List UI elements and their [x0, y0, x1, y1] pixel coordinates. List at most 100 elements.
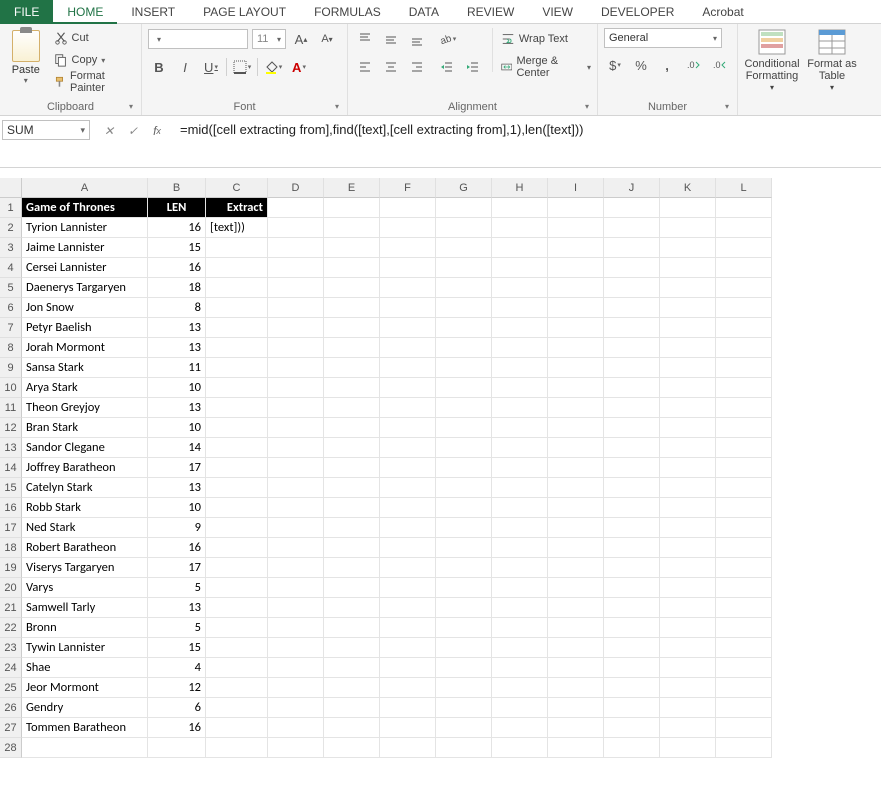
- cell-L24[interactable]: [716, 658, 772, 678]
- row-header-22[interactable]: 22: [0, 618, 22, 638]
- cell-H21[interactable]: [492, 598, 548, 618]
- cell-A23[interactable]: Tywin Lannister: [22, 638, 148, 658]
- cell-B20[interactable]: 5: [148, 578, 206, 598]
- cell-E27[interactable]: [324, 718, 380, 738]
- cell-C28[interactable]: [206, 738, 268, 758]
- cell-B1[interactable]: LEN: [148, 198, 206, 218]
- cell-C1[interactable]: Extract: [206, 198, 268, 218]
- cell-D7[interactable]: [268, 318, 324, 338]
- cell-G23[interactable]: [436, 638, 492, 658]
- cell-A15[interactable]: Catelyn Stark: [22, 478, 148, 498]
- cell-G6[interactable]: [436, 298, 492, 318]
- cell-C21[interactable]: [206, 598, 268, 618]
- decrease-indent-button[interactable]: [436, 56, 458, 78]
- cell-C26[interactable]: [206, 698, 268, 718]
- cell-J17[interactable]: [604, 518, 660, 538]
- cell-H16[interactable]: [492, 498, 548, 518]
- cell-J7[interactable]: [604, 318, 660, 338]
- cell-D17[interactable]: [268, 518, 324, 538]
- column-header-E[interactable]: E: [324, 178, 380, 198]
- cell-I19[interactable]: [548, 558, 604, 578]
- cell-K3[interactable]: [660, 238, 716, 258]
- cell-F16[interactable]: [380, 498, 436, 518]
- borders-button[interactable]: [231, 56, 253, 78]
- cell-I8[interactable]: [548, 338, 604, 358]
- cell-L14[interactable]: [716, 458, 772, 478]
- cell-H19[interactable]: [492, 558, 548, 578]
- cell-I10[interactable]: [548, 378, 604, 398]
- cell-D12[interactable]: [268, 418, 324, 438]
- increase-font-button[interactable]: A▴: [290, 28, 312, 50]
- cell-G7[interactable]: [436, 318, 492, 338]
- cell-L9[interactable]: [716, 358, 772, 378]
- row-header-25[interactable]: 25: [0, 678, 22, 698]
- cell-E8[interactable]: [324, 338, 380, 358]
- cell-F7[interactable]: [380, 318, 436, 338]
- cell-D3[interactable]: [268, 238, 324, 258]
- cell-I21[interactable]: [548, 598, 604, 618]
- cell-D25[interactable]: [268, 678, 324, 698]
- cell-J13[interactable]: [604, 438, 660, 458]
- cell-F24[interactable]: [380, 658, 436, 678]
- cell-J21[interactable]: [604, 598, 660, 618]
- cell-J18[interactable]: [604, 538, 660, 558]
- currency-button[interactable]: $: [604, 54, 626, 76]
- cell-H14[interactable]: [492, 458, 548, 478]
- cell-G9[interactable]: [436, 358, 492, 378]
- cell-C18[interactable]: [206, 538, 268, 558]
- row-header-11[interactable]: 11: [0, 398, 22, 418]
- cell-J24[interactable]: [604, 658, 660, 678]
- cell-D2[interactable]: [268, 218, 324, 238]
- cell-F18[interactable]: [380, 538, 436, 558]
- row-header-10[interactable]: 10: [0, 378, 22, 398]
- cell-H9[interactable]: [492, 358, 548, 378]
- cell-F19[interactable]: [380, 558, 436, 578]
- cell-C6[interactable]: [206, 298, 268, 318]
- cell-D11[interactable]: [268, 398, 324, 418]
- cell-D23[interactable]: [268, 638, 324, 658]
- row-header-28[interactable]: 28: [0, 738, 22, 758]
- cell-C17[interactable]: [206, 518, 268, 538]
- cell-B21[interactable]: 13: [148, 598, 206, 618]
- cell-I9[interactable]: [548, 358, 604, 378]
- cell-E5[interactable]: [324, 278, 380, 298]
- column-header-F[interactable]: F: [380, 178, 436, 198]
- cell-B27[interactable]: 16: [148, 718, 206, 738]
- cell-B22[interactable]: 5: [148, 618, 206, 638]
- column-header-G[interactable]: G: [436, 178, 492, 198]
- cell-L2[interactable]: [716, 218, 772, 238]
- row-header-26[interactable]: 26: [0, 698, 22, 718]
- enter-button[interactable]: ✓: [124, 122, 142, 140]
- fx-button[interactable]: fx: [148, 122, 166, 140]
- name-box[interactable]: SUM: [2, 120, 90, 140]
- cell-F15[interactable]: [380, 478, 436, 498]
- cell-J19[interactable]: [604, 558, 660, 578]
- cell-K22[interactable]: [660, 618, 716, 638]
- cell-A21[interactable]: Samwell Tarly: [22, 598, 148, 618]
- cell-E2[interactable]: [324, 218, 380, 238]
- cell-F25[interactable]: [380, 678, 436, 698]
- cell-C19[interactable]: [206, 558, 268, 578]
- cell-A28[interactable]: [22, 738, 148, 758]
- cancel-button[interactable]: ✕: [100, 122, 118, 140]
- cell-K4[interactable]: [660, 258, 716, 278]
- cell-A6[interactable]: Jon Snow: [22, 298, 148, 318]
- cell-I22[interactable]: [548, 618, 604, 638]
- increase-decimal-button[interactable]: .0: [682, 54, 704, 76]
- row-header-19[interactable]: 19: [0, 558, 22, 578]
- cell-C9[interactable]: [206, 358, 268, 378]
- cell-J2[interactable]: [604, 218, 660, 238]
- row-header-13[interactable]: 13: [0, 438, 22, 458]
- cell-E16[interactable]: [324, 498, 380, 518]
- select-all-corner[interactable]: [0, 178, 22, 198]
- cell-F13[interactable]: [380, 438, 436, 458]
- cell-D6[interactable]: [268, 298, 324, 318]
- cell-A20[interactable]: Varys: [22, 578, 148, 598]
- column-header-K[interactable]: K: [660, 178, 716, 198]
- cell-G28[interactable]: [436, 738, 492, 758]
- cell-J16[interactable]: [604, 498, 660, 518]
- cell-H3[interactable]: [492, 238, 548, 258]
- cell-L16[interactable]: [716, 498, 772, 518]
- cell-I7[interactable]: [548, 318, 604, 338]
- cell-A10[interactable]: Arya Stark: [22, 378, 148, 398]
